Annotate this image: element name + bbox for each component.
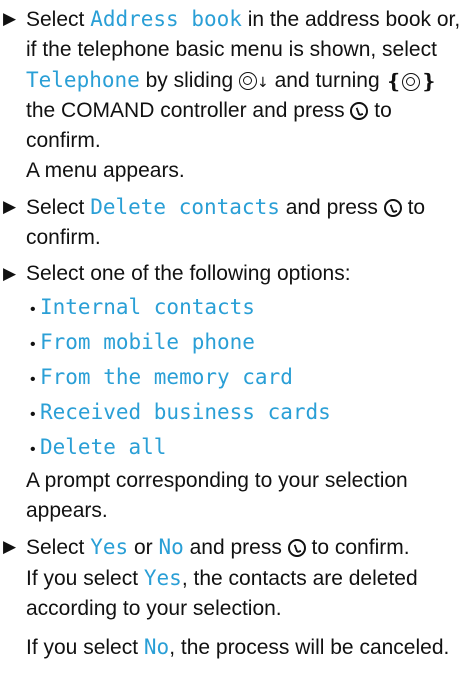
controller-press-icon <box>287 539 306 557</box>
option-list: • Internal contacts • From mobile phone • F… <box>26 291 465 466</box>
bullet-icon: • <box>30 406 36 423</box>
step-text: to confirm. <box>305 536 410 559</box>
command-no: No <box>158 535 184 559</box>
step-result: A prompt corresponding to your selection… <box>26 469 408 522</box>
command-yes: Yes <box>90 535 129 559</box>
result-yes: If you select Yes, the contacts are dele… <box>26 563 465 624</box>
step-delete-contacts: ▶ Select Delete contacts and press to co… <box>0 192 465 253</box>
controller-slide-down-icon <box>239 72 258 90</box>
command-yes: Yes <box>143 566 182 590</box>
option-item: • From the memory card <box>30 361 465 396</box>
step-marker-icon: ▶ <box>3 537 17 556</box>
result-text: , the process will be canceled. <box>169 636 450 659</box>
step-result: A menu appears. <box>26 159 185 182</box>
step-text: and press <box>183 536 288 559</box>
step-text: and turning <box>268 69 386 92</box>
result-no: If you select No, the process will be ca… <box>26 632 465 663</box>
step-text: and press <box>279 196 384 219</box>
option-item: • Delete all <box>30 431 465 466</box>
option-item: • From mobile phone <box>30 326 465 361</box>
controller-ring-icon <box>402 73 421 91</box>
step-text: or <box>128 536 159 559</box>
command-no: No <box>143 635 170 659</box>
bullet-icon: • <box>30 371 36 388</box>
command-telephone: Telephone <box>26 68 140 92</box>
command-delete-contacts: Delete contacts <box>90 195 280 219</box>
option-item: • Received business cards <box>30 396 465 431</box>
instruction-page: ▶ Select Address book in the address boo… <box>0 4 465 663</box>
option-item: • Internal contacts <box>30 291 465 326</box>
arrow-down-icon: ↓ <box>257 75 269 91</box>
step-confirm-yes-no: ▶ Select Yes or No and press to confirm.… <box>0 532 465 663</box>
controller-press-icon <box>383 199 402 217</box>
step-text: Select <box>26 8 91 31</box>
step-marker-icon: ▶ <box>3 264 17 283</box>
command-address-book: Address book <box>90 7 242 31</box>
result-text: If you select <box>26 636 144 659</box>
option-from-mobile-phone: From mobile phone <box>40 330 255 354</box>
option-delete-all: Delete all <box>40 435 167 459</box>
bullet-icon: • <box>30 301 36 318</box>
step-text: the COMAND controller and press <box>26 99 351 122</box>
option-internal-contacts: Internal contacts <box>40 295 255 319</box>
step-text: by sliding <box>139 69 240 92</box>
step-select-address-book: ▶ Select Address book in the address boo… <box>0 4 465 186</box>
controller-turn-icon: ❴ ❵ <box>385 69 438 93</box>
step-text: Select <box>26 196 91 219</box>
controller-press-icon <box>350 102 369 120</box>
step-marker-icon: ▶ <box>3 9 17 28</box>
step-text: Select one of the following options: <box>26 262 351 285</box>
result-text: If you select <box>26 567 144 590</box>
step-select-option: ▶ Select one of the following options: •… <box>0 259 465 526</box>
bullet-icon: • <box>30 441 36 458</box>
step-marker-icon: ▶ <box>3 197 17 216</box>
option-received-business-cards: Received business cards <box>40 400 331 424</box>
bullet-icon: • <box>30 336 36 353</box>
option-from-memory-card: From the memory card <box>40 365 293 389</box>
step-text: Select <box>26 536 91 559</box>
